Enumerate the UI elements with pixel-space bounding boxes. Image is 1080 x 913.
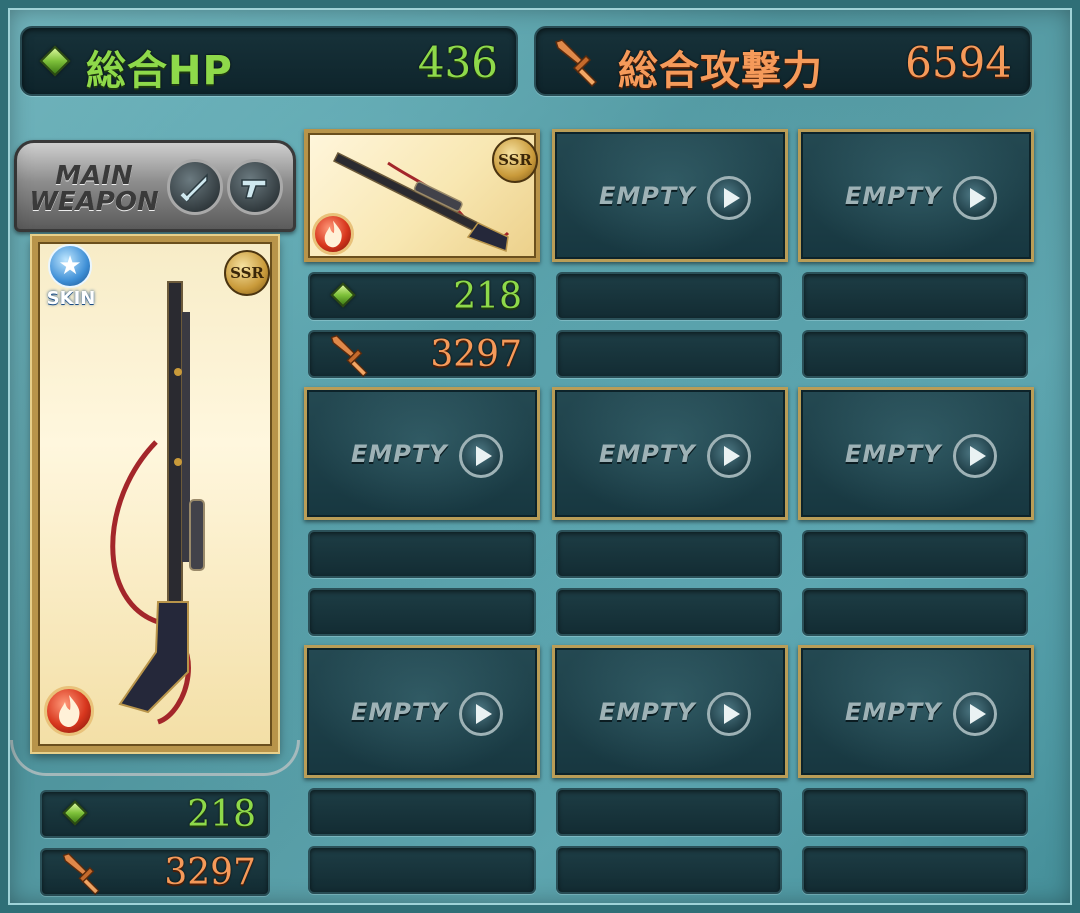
main-weapon-hp-value: 218 [187, 794, 256, 835]
slot-1-hp-value: 218 [453, 276, 522, 317]
main-weapon-atk-value: 3297 [164, 852, 256, 893]
total-atk-label: 総合攻撃力 [618, 48, 823, 94]
slot-7-atk-box [308, 846, 536, 894]
main-weapon-atk-box: 3297 [40, 848, 270, 896]
fire-element-icon [44, 686, 94, 736]
empty-label: EMPTY [351, 698, 448, 726]
slot-7-hp-box [308, 788, 536, 836]
play-icon [707, 434, 751, 478]
hp-gem-icon [330, 282, 356, 308]
slot-6-hp-box [802, 530, 1028, 578]
slot-2-hp-box [556, 272, 782, 320]
play-icon [953, 176, 997, 220]
sub-weapon-slot-8[interactable]: EMPTY [552, 645, 788, 778]
slot-8-atk-box [556, 846, 782, 894]
sword-icon [555, 39, 597, 87]
card-ornament [10, 740, 300, 776]
play-icon [707, 176, 751, 220]
slot-3-hp-box [802, 272, 1028, 320]
slot-1-atk-box: 3297 [308, 330, 536, 378]
sub-weapon-slot-4[interactable]: EMPTY [304, 387, 540, 520]
main-weapon-title-line2: WEAPON [29, 187, 159, 217]
main-weapon-header: MAIN WEAPON [14, 140, 296, 232]
total-atk-bar: 総合攻撃力 6594 [534, 26, 1032, 96]
main-weapon-title: MAIN WEAPON [25, 163, 163, 215]
gun-tab-icon [241, 179, 267, 199]
total-atk-value: 6594 [905, 38, 1012, 87]
play-icon [953, 434, 997, 478]
empty-label: EMPTY [845, 182, 942, 210]
sub-weapon-rarity-badge: SSR [492, 137, 538, 183]
slot-1-atk-value: 3297 [430, 334, 522, 375]
main-weapon-hp-box: 218 [40, 790, 270, 838]
slot-5-hp-box [556, 530, 782, 578]
slot-9-hp-box [802, 788, 1028, 836]
slot-5-atk-box [556, 588, 782, 636]
sword-tab-icon [180, 173, 208, 203]
main-weapon-title-line1: MAIN [55, 161, 133, 191]
slot-1-hp-box: 218 [308, 272, 536, 320]
sub-weapon-slot-9[interactable]: EMPTY [798, 645, 1034, 778]
star-icon: ★ [48, 244, 92, 288]
total-hp-label: 総合HP [86, 48, 233, 94]
hp-gem-icon [62, 800, 88, 826]
sub-weapon-slot-7[interactable]: EMPTY [304, 645, 540, 778]
sword-icon [330, 335, 368, 377]
slot-4-hp-box [308, 530, 536, 578]
empty-label: EMPTY [845, 698, 942, 726]
slot-2-atk-box [556, 330, 782, 378]
fire-element-icon [312, 213, 354, 255]
play-icon [953, 692, 997, 736]
rifle-artwork [110, 281, 205, 725]
skin-badge[interactable]: ★ SKIN [38, 244, 104, 316]
play-icon [459, 692, 503, 736]
play-icon [459, 434, 503, 478]
slot-3-atk-box [802, 330, 1028, 378]
sub-weapon-slot-6[interactable]: EMPTY [798, 387, 1034, 520]
sub-weapon-slot-5[interactable]: EMPTY [552, 387, 788, 520]
sub-weapon-slot-2[interactable]: EMPTY [552, 129, 788, 262]
sword-icon [62, 853, 100, 895]
gun-tab-button[interactable] [227, 159, 283, 215]
slot-9-atk-box [802, 846, 1028, 894]
hp-gem-icon [39, 45, 71, 77]
empty-label: EMPTY [845, 440, 942, 468]
slot-4-atk-box [308, 588, 536, 636]
total-hp-value: 436 [417, 38, 498, 87]
weapon-tab-button[interactable] [167, 159, 223, 215]
play-icon [707, 692, 751, 736]
skin-label: SKIN [46, 288, 96, 309]
sub-weapon-slot-3[interactable]: EMPTY [798, 129, 1034, 262]
empty-label: EMPTY [351, 440, 448, 468]
main-weapon-rarity-badge: SSR [224, 250, 270, 296]
slot-6-atk-box [802, 588, 1028, 636]
empty-label: EMPTY [599, 182, 696, 210]
slot-8-hp-box [556, 788, 782, 836]
total-hp-bar: 総合HP 436 [20, 26, 518, 96]
empty-label: EMPTY [599, 440, 696, 468]
empty-label: EMPTY [599, 698, 696, 726]
sub-weapon-slot-1[interactable]: SSR [304, 129, 540, 262]
